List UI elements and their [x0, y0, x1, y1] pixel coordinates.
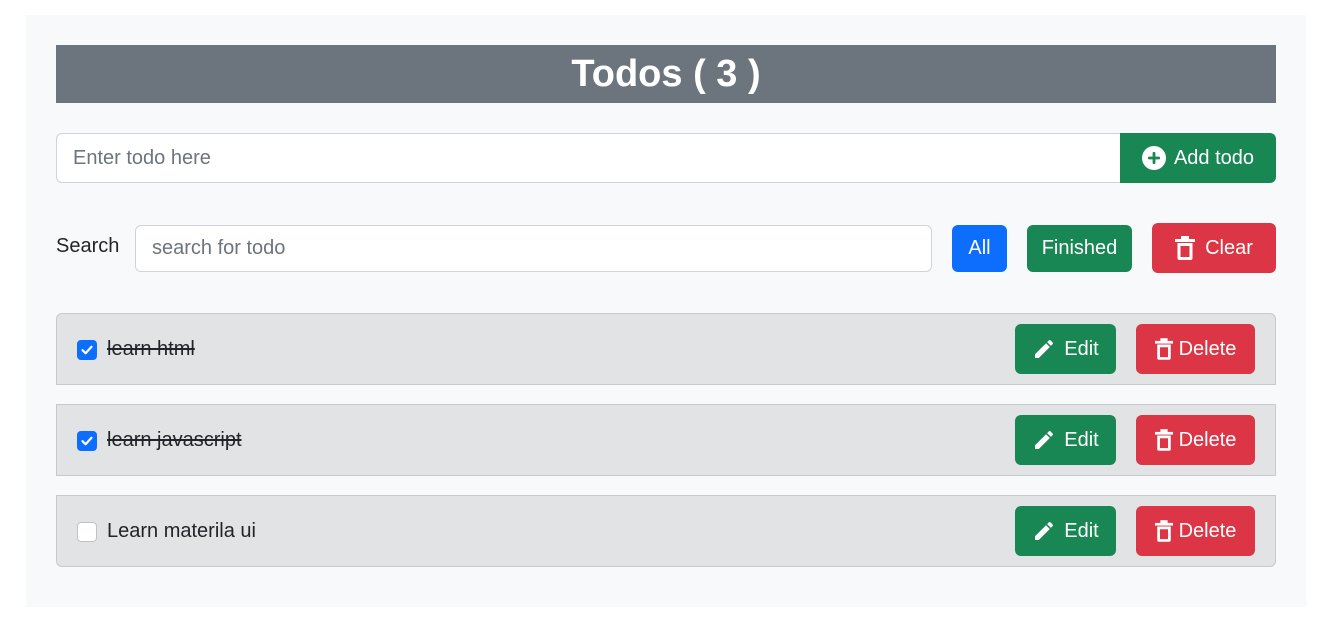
todo-text: learn javascript [107, 429, 242, 451]
edit-label: Edit [1064, 519, 1099, 542]
search-input[interactable] [135, 225, 932, 272]
trash-icon [1175, 236, 1196, 260]
todo-input[interactable] [56, 133, 1120, 183]
trash-icon [1154, 337, 1173, 361]
plus-circle-icon [1141, 146, 1166, 170]
trash-icon [1154, 428, 1173, 452]
add-todo-button[interactable]: Add todo [1120, 133, 1276, 183]
todo-checkbox[interactable] [77, 522, 97, 542]
todo-checkbox[interactable] [77, 431, 97, 451]
search-label: Search [56, 235, 120, 257]
edit-button[interactable]: Edit [1015, 415, 1116, 465]
todo-text: learn html [107, 338, 195, 360]
todo-text: Learn materila ui [107, 520, 256, 542]
pencil-icon [1032, 519, 1056, 543]
delete-label: Delete [1178, 428, 1237, 451]
check-icon [81, 436, 93, 446]
pencil-icon [1032, 428, 1056, 452]
todo-panel: Todos ( 3 ) Add todo Search All Finished [26, 15, 1306, 607]
edit-label: Edit [1064, 337, 1099, 360]
delete-label: Delete [1178, 519, 1237, 542]
filter-all-button[interactable]: All [952, 225, 1007, 272]
edit-button[interactable]: Edit [1015, 324, 1116, 374]
todo-checkbox[interactable] [77, 340, 97, 360]
edit-label: Edit [1064, 428, 1099, 451]
delete-button[interactable]: Delete [1136, 415, 1255, 465]
filter-finished-button[interactable]: Finished [1027, 225, 1132, 272]
edit-button[interactable]: Edit [1015, 506, 1116, 556]
todo-item: learn javascript Edit Delete [56, 404, 1276, 476]
todo-list: learn html Edit Delete learn javascript … [56, 313, 1276, 586]
add-todo-label: Add todo [1173, 146, 1255, 169]
delete-button[interactable]: Delete [1136, 324, 1255, 374]
delete-label: Delete [1178, 337, 1237, 360]
clear-button[interactable]: Clear [1152, 223, 1276, 273]
add-todo-row: Add todo [56, 133, 1276, 183]
todo-item: learn html Edit Delete [56, 313, 1276, 385]
clear-label: Clear [1205, 236, 1253, 259]
todo-item: Learn materila ui Edit Delete [56, 495, 1276, 567]
delete-button[interactable]: Delete [1136, 506, 1255, 556]
search-row: Search All Finished Clear [56, 223, 1276, 273]
trash-icon [1154, 519, 1173, 543]
check-icon [81, 345, 93, 355]
page-title: Todos ( 3 ) [56, 45, 1276, 103]
pencil-icon [1032, 337, 1056, 361]
